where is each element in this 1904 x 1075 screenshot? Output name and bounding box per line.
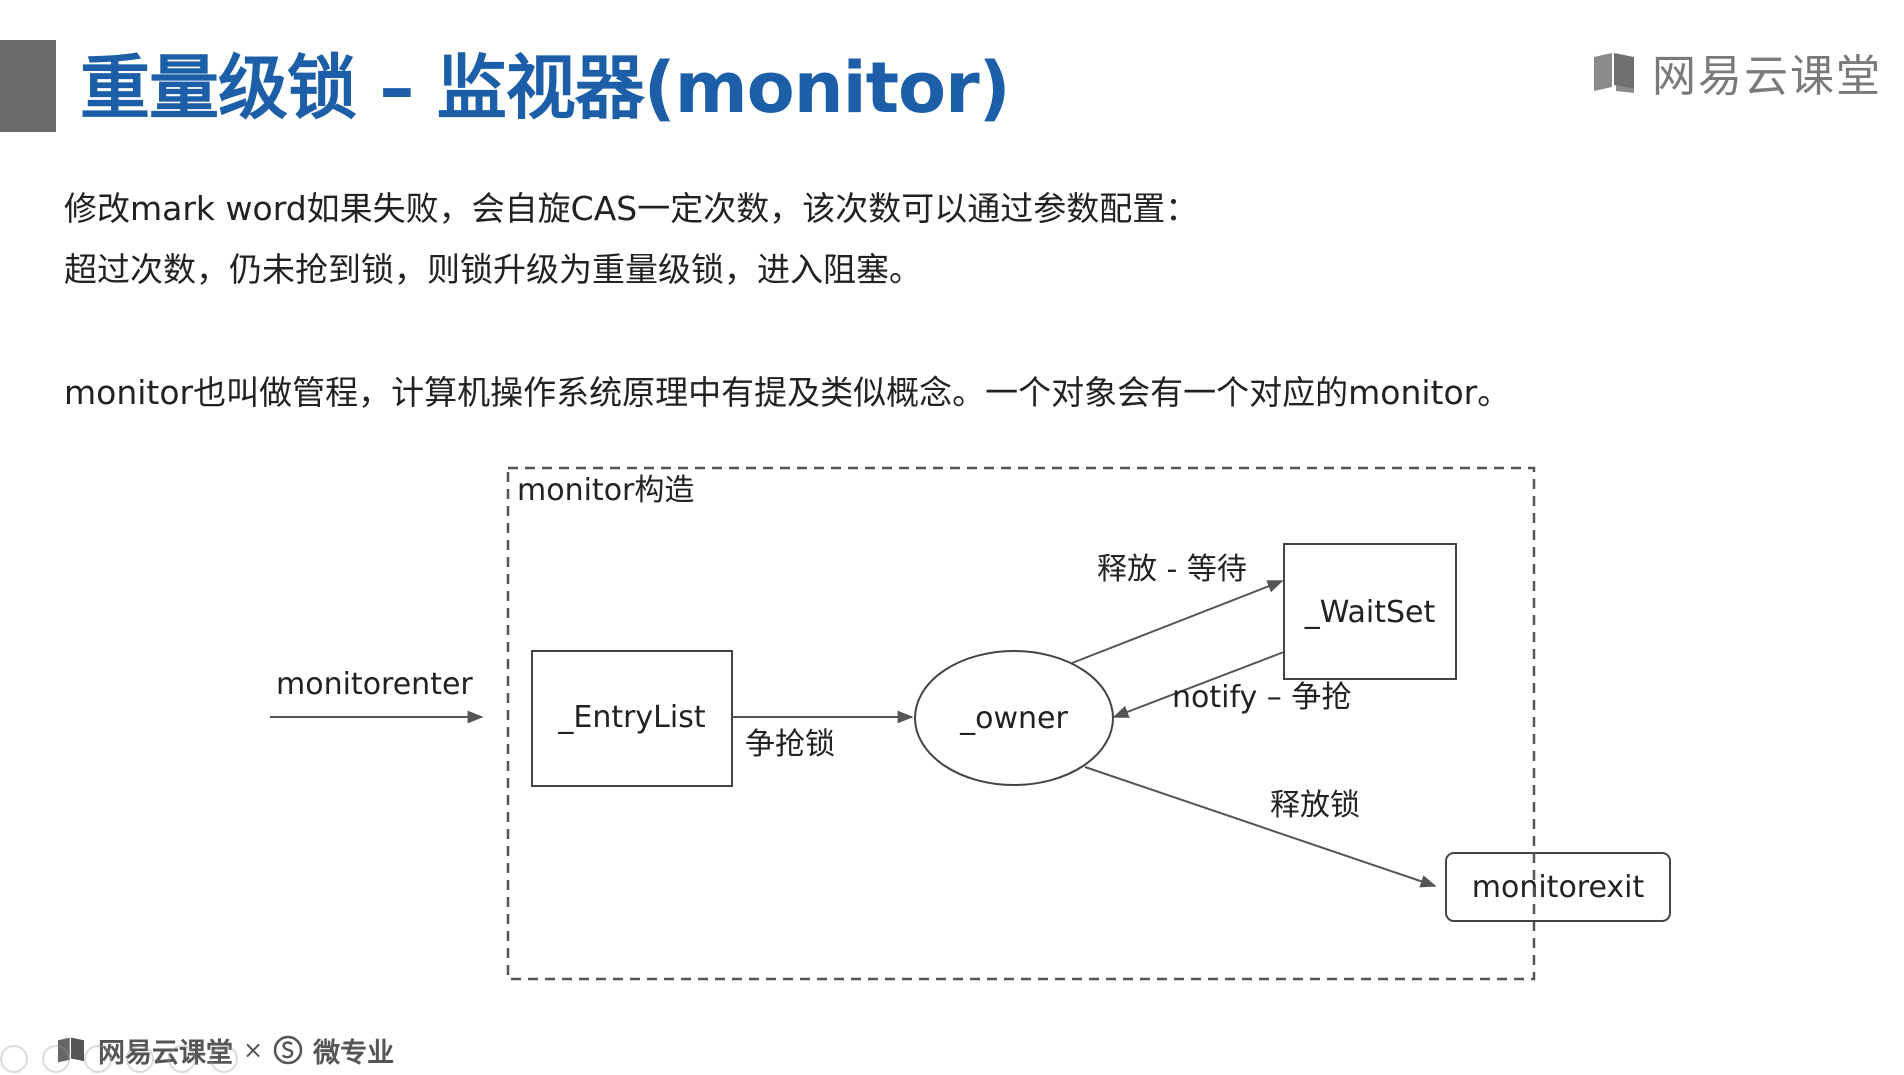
monitorexit-label: monitorexit [1472, 870, 1645, 905]
s-circle-icon [273, 1035, 303, 1065]
more-control-icon[interactable] [210, 1045, 238, 1073]
page-control-icon[interactable] [126, 1045, 154, 1073]
owner-label: _owner [959, 701, 1068, 736]
player-controls [0, 1045, 238, 1075]
entrylist-label: _EntryList [557, 700, 705, 735]
release-lock-arrow [1084, 766, 1437, 888]
monitor-diagram: monitor构造 monitorenter _EntryList 争抢锁 _o… [270, 466, 1671, 981]
monitorenter-label: monitorenter [276, 667, 473, 702]
release-lock-label: 释放锁 [1270, 788, 1360, 823]
prev-control-icon[interactable] [0, 1045, 28, 1073]
container-label: monitor构造 [517, 473, 694, 508]
release-wait-label: 释放 - 等待 [1097, 552, 1247, 587]
waitset-label: _WaitSet [1304, 595, 1436, 630]
footer-partner: 微专业 [313, 1037, 395, 1069]
footer-times: × [243, 1036, 264, 1064]
zoom-control-icon[interactable] [168, 1045, 196, 1073]
notify-label: notify – 争抢 [1172, 680, 1351, 715]
release-wait-arrow [1071, 580, 1284, 664]
compete-lock-label: 争抢锁 [745, 727, 835, 762]
pen-control-icon[interactable] [42, 1045, 70, 1073]
edit-control-icon[interactable] [84, 1045, 112, 1073]
